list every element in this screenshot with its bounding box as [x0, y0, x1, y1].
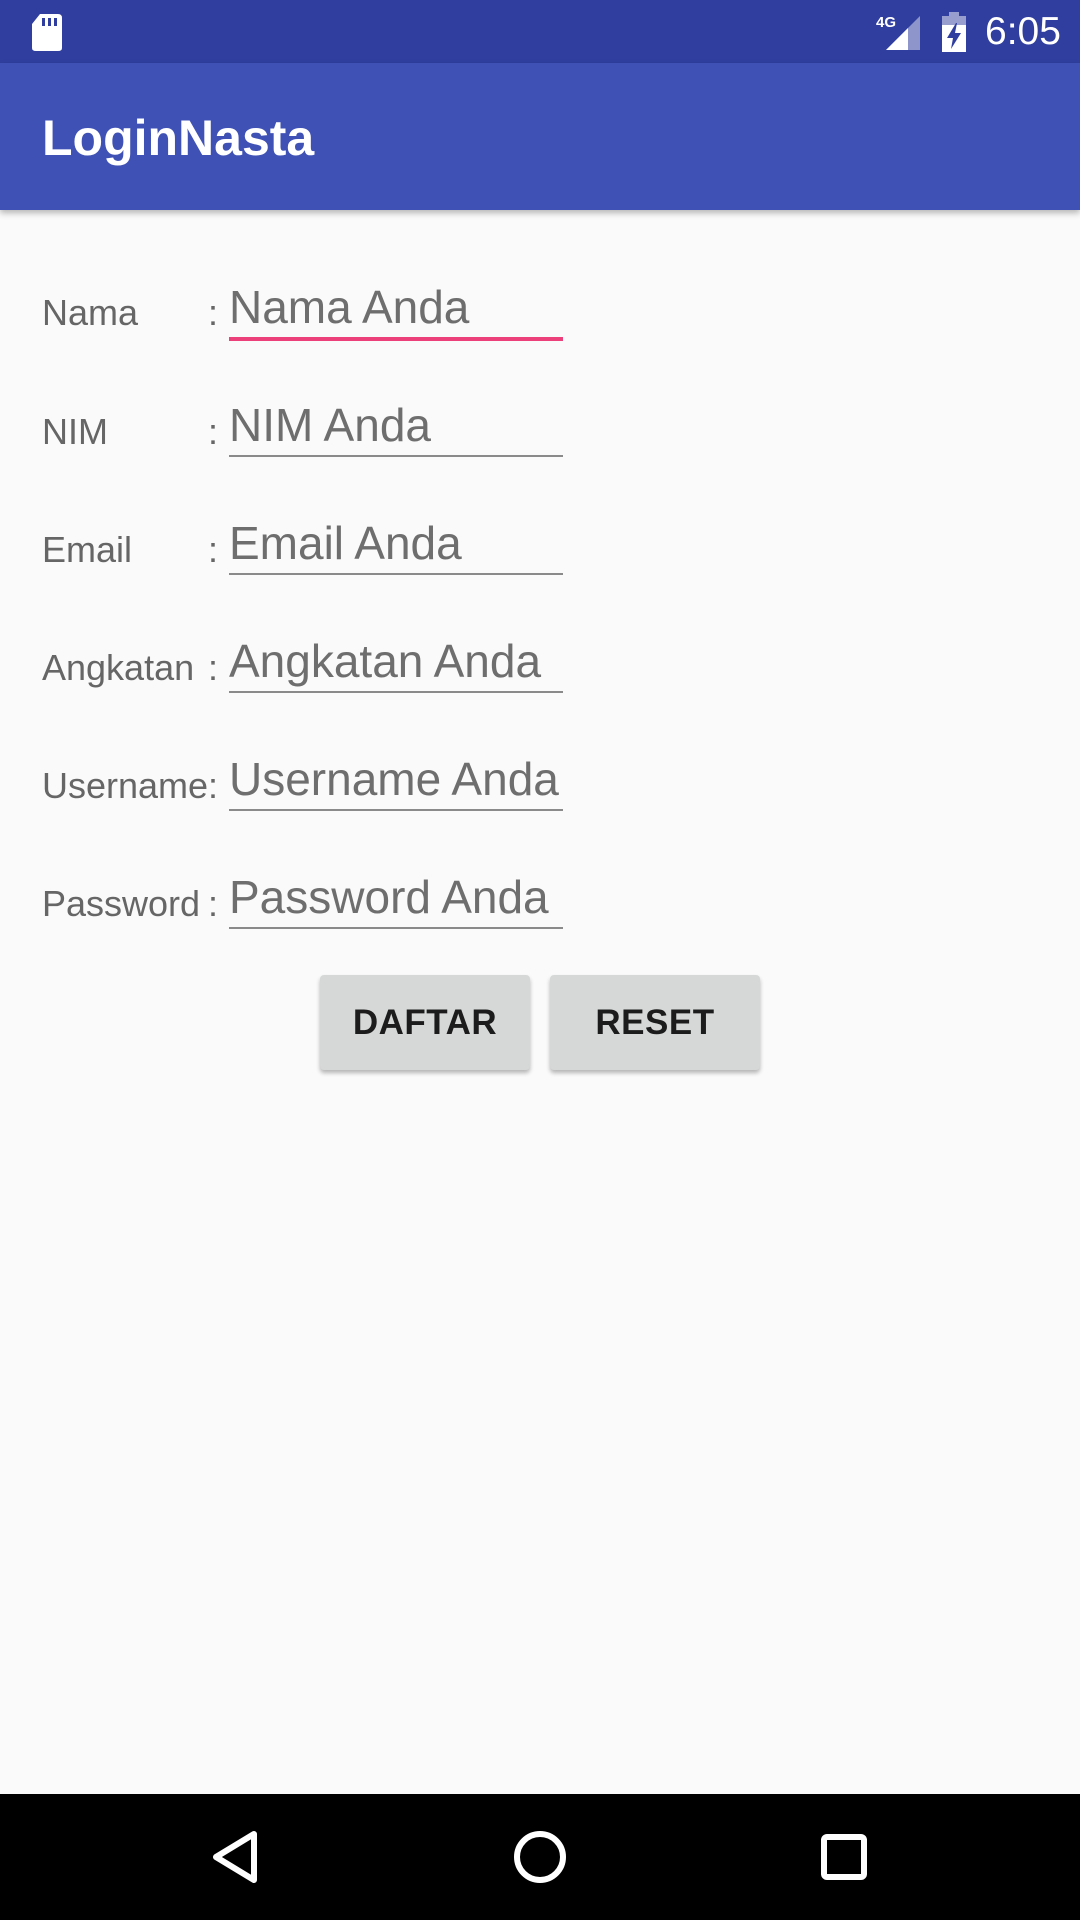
- nama-label: Nama: [42, 292, 139, 333]
- username-input[interactable]: [229, 749, 563, 811]
- navigation-bar: [0, 1794, 1080, 1920]
- nim-input[interactable]: [229, 395, 563, 457]
- username-label: Username: [42, 765, 209, 806]
- recents-square-icon[interactable]: [809, 1822, 879, 1892]
- username-colon: :: [208, 765, 219, 806]
- status-clock: 6:05: [985, 10, 1061, 53]
- nama-colon: :: [208, 292, 219, 333]
- status-bar: 4G 6:05: [0, 0, 1080, 63]
- password-input[interactable]: [229, 867, 563, 929]
- angkatan-input[interactable]: [229, 631, 563, 693]
- angkatan-label: Angkatan: [42, 647, 195, 688]
- form-row-nama: Nama :: [0, 277, 1080, 395]
- reset-button[interactable]: RESET: [550, 975, 760, 1070]
- app-title: LoginNasta: [42, 110, 315, 166]
- form-row-password: Password :: [0, 867, 1080, 985]
- angkatan-colon: :: [208, 647, 219, 688]
- network-type-label: 4G: [876, 14, 896, 31]
- nim-colon: :: [208, 411, 219, 452]
- email-label: Email: [42, 529, 133, 570]
- email-colon: :: [208, 529, 219, 570]
- app-bar: LoginNasta: [0, 63, 1080, 210]
- form-row-angkatan: Angkatan :: [0, 631, 1080, 749]
- form-row-email: Email :: [0, 513, 1080, 631]
- daftar-button[interactable]: DAFTAR: [320, 975, 530, 1070]
- password-colon: :: [208, 883, 219, 924]
- screen: 4G 6:05 LoginNasta Nama : NIM : Email : …: [0, 0, 1080, 1920]
- nim-label: NIM: [42, 411, 108, 452]
- form-row-nim: NIM :: [0, 395, 1080, 513]
- back-triangle-icon[interactable]: [200, 1822, 270, 1892]
- password-label: Password: [42, 883, 201, 924]
- nama-input[interactable]: [229, 277, 563, 341]
- home-circle-icon[interactable]: [505, 1822, 575, 1892]
- email-input[interactable]: [229, 513, 563, 575]
- signal-4g-icon: 4G: [876, 14, 920, 50]
- form-row-username: Username :: [0, 749, 1080, 867]
- battery-charging-icon: [942, 12, 966, 52]
- sd-card-icon: [32, 14, 62, 51]
